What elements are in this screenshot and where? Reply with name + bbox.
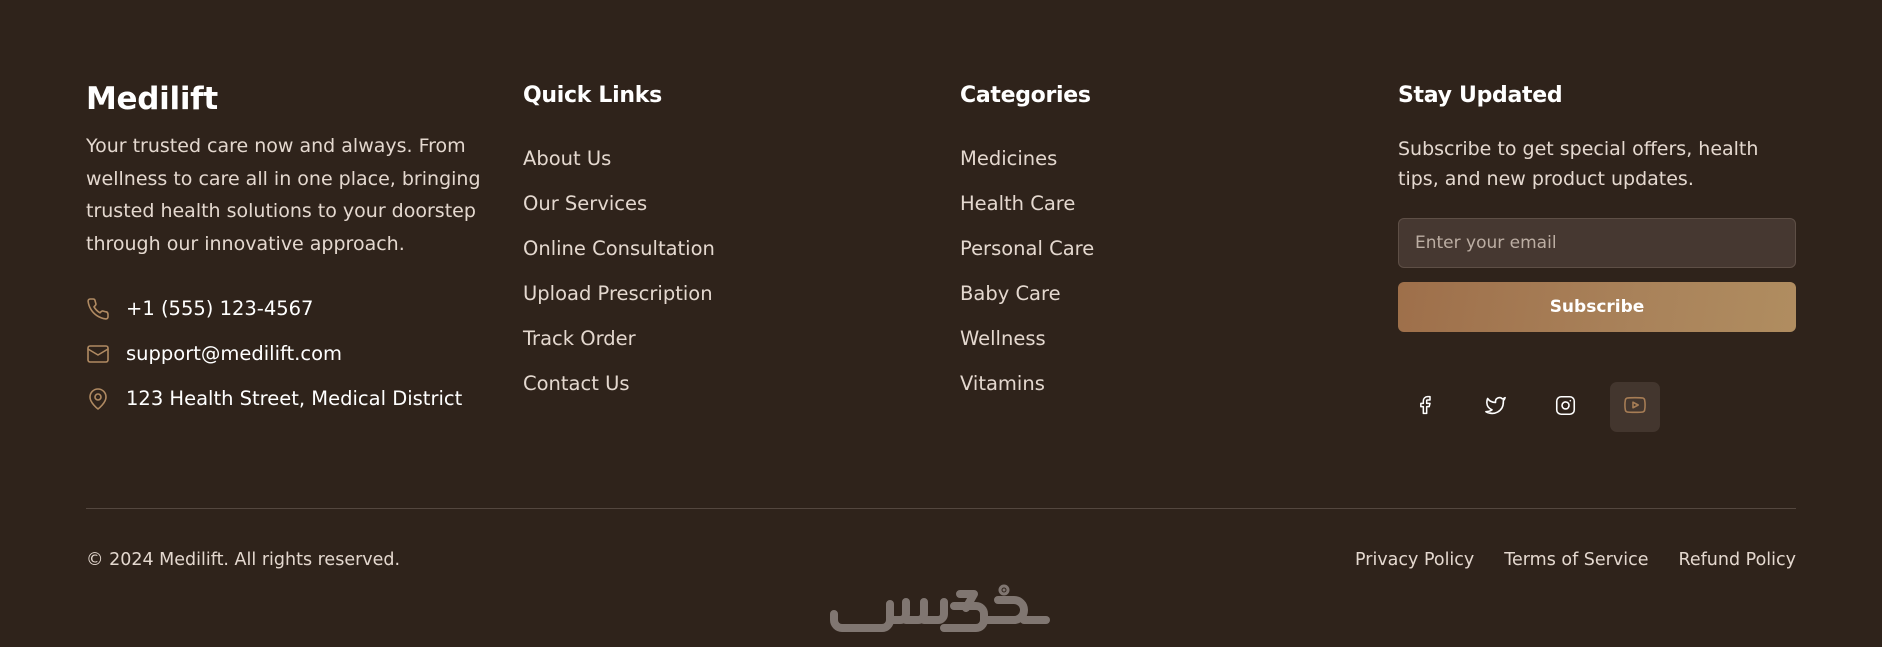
category-health-care[interactable]: Health Care [960,181,1320,226]
legal-links: Privacy Policy Terms of Service Refund P… [1355,550,1796,570]
address-text: 123 Health Street, Medical District [126,387,463,410]
contact-email[interactable]: support@medilift.com [86,331,486,376]
facebook-link[interactable] [1400,382,1450,432]
contact-address: 123 Health Street, Medical District [86,376,486,421]
category-wellness[interactable]: Wellness [960,316,1320,361]
link-our-services[interactable]: Our Services [523,181,883,226]
youtube-icon [1624,394,1646,420]
link-contact-us[interactable]: Contact Us [523,361,883,406]
email-input[interactable] [1398,218,1796,268]
link-about-us[interactable]: About Us [523,136,883,181]
instagram-icon [1555,395,1576,420]
social-links [1400,382,1796,432]
category-baby-care[interactable]: Baby Care [960,271,1320,316]
copyright-text: © 2024 Medilift. All rights reserved. [86,550,401,570]
newsletter-heading: Stay Updated [1398,83,1563,108]
newsletter-description: Subscribe to get special offers, health … [1398,138,1759,190]
contact-list: +1 (555) 123-4567 support@medilift.com 1… [86,286,486,421]
phone-icon [86,295,114,323]
instagram-link[interactable] [1540,382,1590,432]
youtube-link[interactable] [1610,382,1660,432]
site-footer: Medilift Your trusted care now and alway… [0,0,1882,647]
twitter-icon [1484,395,1506,420]
email-text: support@medilift.com [126,342,343,365]
refund-policy-link[interactable]: Refund Policy [1679,550,1797,570]
category-medicines[interactable]: Medicines [960,136,1320,181]
quick-links-column: Quick Links About Us Our Services Online… [523,78,883,406]
privacy-policy-link[interactable]: Privacy Policy [1355,550,1474,570]
phone-text: +1 (555) 123-4567 [126,297,314,320]
category-personal-care[interactable]: Personal Care [960,226,1320,271]
watermark-logo [826,584,1054,634]
category-vitamins[interactable]: Vitamins [960,361,1320,406]
brand-logo-text[interactable]: Medilift [86,78,486,120]
quick-links-heading: Quick Links [523,83,662,108]
facebook-icon [1415,395,1435,419]
categories-list: Medicines Health Care Personal Care Baby… [960,136,1320,406]
link-online-consultation[interactable]: Online Consultation [523,226,883,271]
brand-description: Your trusted care now and always. From w… [86,135,481,255]
subscribe-button[interactable]: Subscribe [1398,282,1796,332]
brand-column: Medilift Your trusted care now and alway… [86,78,486,421]
categories-heading: Categories [960,83,1091,108]
contact-phone[interactable]: +1 (555) 123-4567 [86,286,486,331]
footer-divider [86,508,1796,509]
mail-icon [86,340,114,368]
link-upload-prescription[interactable]: Upload Prescription [523,271,883,316]
terms-of-service-link[interactable]: Terms of Service [1504,550,1648,570]
newsletter-column: Stay Updated Subscribe to get special of… [1398,78,1796,432]
twitter-link[interactable] [1470,382,1520,432]
map-pin-icon [86,385,114,413]
categories-column: Categories Medicines Health Care Persona… [960,78,1320,406]
link-track-order[interactable]: Track Order [523,316,883,361]
quick-links-list: About Us Our Services Online Consultatio… [523,136,883,406]
